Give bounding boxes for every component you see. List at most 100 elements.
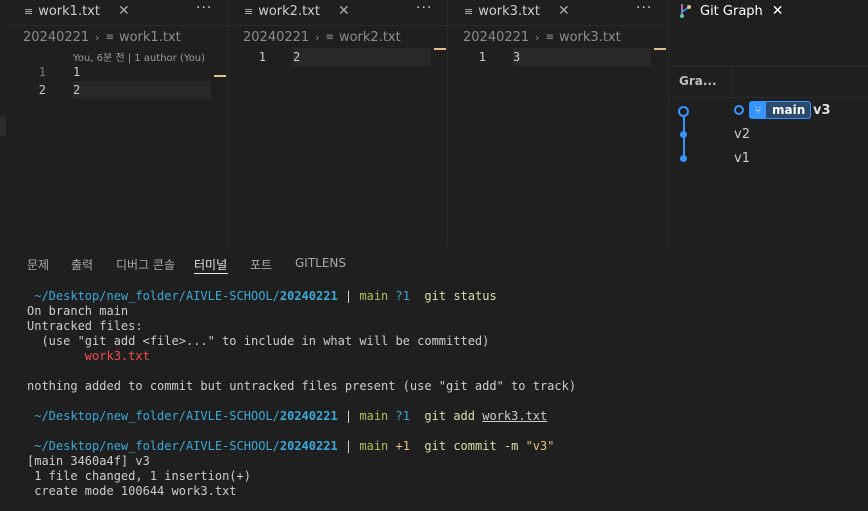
commit-message[interactable]: v2 (734, 127, 750, 142)
overview-ruler-mark (654, 48, 666, 50)
close-icon[interactable]: ✕ (338, 3, 350, 19)
prompt-untracked: ?1 (395, 289, 410, 303)
terminal-output: [main 3460a4f] v3 (27, 454, 150, 468)
breadcrumb[interactable]: 20240221 › ≡ work2.txt (243, 29, 401, 45)
close-icon[interactable]: ✕ (558, 3, 570, 19)
tab-label: work1.txt (38, 3, 100, 19)
breadcrumb[interactable]: 20240221 › ≡ work1.txt (23, 29, 181, 45)
tab-label: Git Graph (700, 3, 763, 19)
editor-divider[interactable] (227, 0, 228, 245)
prompt-dir: 20240221 (279, 289, 338, 303)
head-commit-node[interactable] (678, 106, 689, 117)
terminal-output: Untracked files: (27, 319, 143, 333)
tab-divider (448, 25, 667, 26)
prompt-dir: 20240221 (279, 409, 338, 423)
tab-work3[interactable]: ≡ work3.txt ✕ (448, 0, 570, 22)
overview-ruler-mark (214, 75, 226, 77)
tab-gitlens[interactable]: GITLENS (295, 256, 346, 270)
graph-column-header[interactable]: Gra... (679, 74, 717, 88)
code-line[interactable]: 1 (73, 65, 80, 79)
more-actions-icon[interactable]: ··· (416, 0, 432, 22)
head-indicator-icon (734, 105, 744, 115)
prompt-path: ~/Desktop/new_folder/AIVLE-SCHOOL/ (34, 289, 280, 303)
git-graph-panel: Git Graph ✕ Gra... (668, 0, 868, 245)
commit-node[interactable] (680, 155, 687, 162)
terminal-file-link[interactable]: work3.txt (482, 409, 547, 423)
breadcrumb[interactable]: 20240221 › ≡ work3.txt (463, 29, 621, 45)
more-actions-icon[interactable]: ··· (196, 0, 212, 22)
prompt-separator: | (344, 289, 353, 303)
commit-message[interactable]: v1 (734, 151, 750, 166)
terminal-command-arg: "v3" (525, 439, 555, 453)
glyph-margin-marker (0, 116, 6, 136)
tab-divider (228, 25, 447, 26)
file-icon: ≡ (545, 31, 554, 43)
terminal-command: git add (424, 409, 475, 423)
prompt-path: ~/Desktop/new_folder/AIVLE-SCHOOL/ (34, 409, 280, 423)
line-number: 1 (258, 50, 266, 64)
branch-icon: ⑂ (750, 102, 766, 118)
prompt-branch: main (359, 439, 389, 453)
breadcrumb-file[interactable]: work2.txt (339, 30, 401, 45)
chevron-right-icon: › (535, 30, 540, 44)
prompt-branch: main (359, 409, 389, 423)
tab-divider (8, 25, 227, 26)
column-resize-handle[interactable] (731, 66, 732, 98)
blame-annotation[interactable]: You, 6분 전 | 1 author (You) (73, 49, 205, 64)
close-icon[interactable]: ✕ (118, 3, 130, 19)
code-line[interactable]: 2 (293, 50, 300, 64)
terminal-command: git commit -m (424, 439, 519, 453)
breadcrumb-folder[interactable]: 20240221 (23, 30, 89, 45)
commit-node[interactable] (680, 131, 687, 138)
tab-git-graph[interactable]: Git Graph ✕ (679, 0, 784, 22)
tab-terminal[interactable]: 터미널 (194, 256, 227, 273)
breadcrumb-file[interactable]: work1.txt (119, 30, 181, 45)
prompt-branch: main (359, 289, 389, 303)
prompt-dir: 20240221 (279, 439, 338, 453)
branch-label[interactable]: ⑂ main (749, 101, 812, 119)
prompt-path: ~/Desktop/new_folder/AIVLE-SCHOOL/ (34, 439, 280, 453)
chevron-right-icon: › (95, 30, 100, 44)
prompt-ahead: +1 (395, 439, 410, 453)
code-line[interactable]: 2 (73, 83, 80, 97)
prompt-separator: | (344, 409, 353, 423)
editor-divider[interactable] (447, 0, 448, 245)
line-number: 1 (38, 65, 46, 79)
more-actions-icon[interactable]: ··· (636, 0, 652, 22)
commit-message[interactable]: v3 (813, 103, 831, 118)
line-number: 2 (38, 83, 46, 97)
prompt-untracked: ?1 (395, 409, 410, 423)
current-line-highlight (513, 48, 651, 66)
git-graph-icon (679, 3, 692, 19)
breadcrumb-file[interactable]: work3.txt (559, 30, 621, 45)
line-number: 1 (478, 50, 486, 64)
prompt-separator: | (344, 439, 353, 453)
tab-work1[interactable]: ≡ work1.txt ✕ (8, 0, 130, 22)
terminal-output-untracked-file: work3.txt (27, 349, 150, 363)
terminal-output: 1 file changed, 1 insertion(+) (27, 469, 251, 483)
tab-problems[interactable]: 문제 (27, 256, 49, 273)
close-icon[interactable]: ✕ (772, 3, 784, 19)
tab-label: work2.txt (258, 3, 320, 19)
current-line-highlight (73, 81, 211, 99)
terminal-output: (use "git add <file>..." to include in w… (27, 334, 490, 348)
tab-output[interactable]: 출력 (71, 256, 93, 273)
overview-ruler-mark (434, 48, 446, 50)
terminal-output: On branch main (27, 304, 129, 318)
terminal-prompt-line[interactable]: ~/Desktop/new_folder/AIVLE-SCHOOL/202402… (27, 289, 496, 304)
current-line-highlight (293, 48, 431, 66)
code-line[interactable]: 3 (513, 50, 520, 64)
breadcrumb-folder[interactable]: 20240221 (463, 30, 529, 45)
chevron-right-icon: › (315, 30, 320, 44)
terminal-prompt-line[interactable]: ~/Desktop/new_folder/AIVLE-SCHOOL/202402… (27, 409, 547, 424)
active-tab-indicator (194, 273, 228, 274)
file-icon: ≡ (24, 4, 34, 18)
tab-ports[interactable]: 포트 (250, 256, 272, 273)
tab-debug-console[interactable]: 디버그 콘솔 (116, 256, 175, 273)
branch-name: main (772, 103, 806, 117)
terminal-prompt-line[interactable]: ~/Desktop/new_folder/AIVLE-SCHOOL/202402… (27, 439, 554, 454)
file-icon: ≡ (244, 4, 254, 18)
tab-label: work3.txt (478, 3, 540, 19)
tab-work2[interactable]: ≡ work2.txt ✕ (228, 0, 350, 22)
breadcrumb-folder[interactable]: 20240221 (243, 30, 309, 45)
